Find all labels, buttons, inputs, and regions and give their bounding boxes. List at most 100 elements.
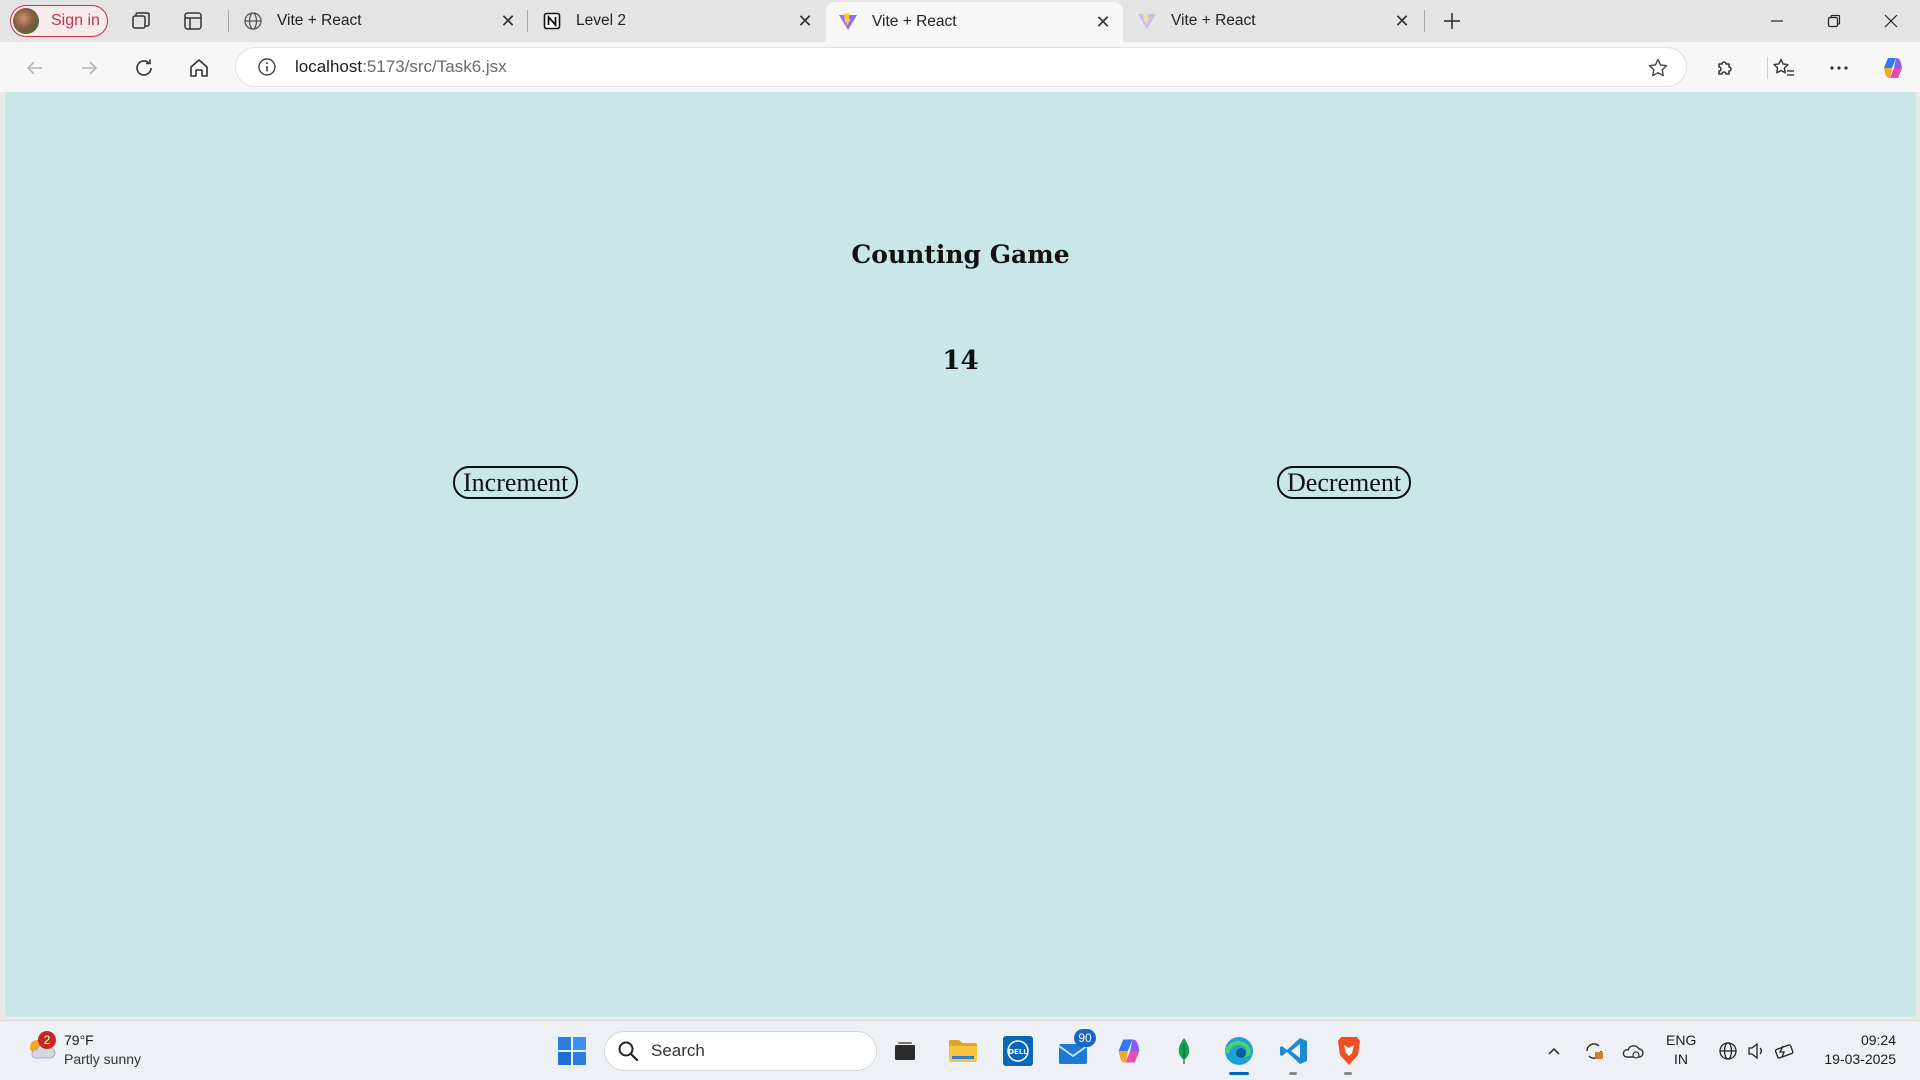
favorites-button[interactable]	[1768, 52, 1800, 84]
weather-condition: Partly sunny	[64, 1051, 142, 1067]
close-icon	[1884, 14, 1897, 28]
tab-title: Vite + React	[872, 13, 957, 30]
network-tray-button[interactable]	[1715, 1031, 1741, 1071]
sign-in-button[interactable]: Sign in	[10, 5, 108, 37]
restore-icon	[1827, 14, 1840, 28]
page-viewport: Counting Game 14 Increment Decrement	[5, 92, 1916, 1017]
battery-charging-icon	[1774, 1044, 1794, 1059]
tab-vite-react-2[interactable]: Vite + React ✕	[1125, 0, 1422, 42]
tab-strip: Sign in Vite + React ✕ Level 2 ✕ Vite + …	[0, 0, 1920, 42]
address-bar[interactable]: localhost:5173/src/Task6.jsx	[235, 47, 1687, 87]
page-title: Counting Game	[851, 240, 1070, 269]
vscode-button[interactable]	[1274, 1031, 1314, 1071]
sync-icon	[1586, 1043, 1603, 1059]
active-app-indicator	[1229, 1072, 1249, 1075]
home-icon	[190, 59, 208, 77]
svg-text:DELL: DELL	[1008, 1048, 1028, 1056]
vscode-icon	[1280, 1038, 1307, 1064]
folder-icon	[949, 1040, 977, 1062]
chevron-up-icon	[1548, 1047, 1560, 1055]
extensions-button[interactable]	[1709, 52, 1741, 84]
vite-icon	[838, 12, 858, 32]
mail-badge: 90	[1074, 1029, 1096, 1047]
vite-icon	[1137, 11, 1157, 31]
back-button[interactable]	[19, 52, 51, 84]
tab-level-2[interactable]: Level 2 ✕	[530, 0, 825, 42]
start-button[interactable]	[552, 1031, 592, 1071]
show-hidden-icons-button[interactable]	[1542, 1031, 1566, 1071]
restore-button[interactable]	[1805, 0, 1862, 42]
region-code: IN	[1674, 1051, 1688, 1067]
cloud-icon	[1622, 1045, 1644, 1059]
close-tab-icon[interactable]: ✕	[496, 9, 520, 33]
tab-actions-icon[interactable]	[181, 9, 205, 33]
url-path: :5173/src/Task6.jsx	[362, 57, 507, 76]
weather-widget[interactable]: 2 79°F Partly sunny	[24, 1031, 194, 1071]
weather-temperature: 79°F	[64, 1032, 94, 1048]
tab-title: Vite + React	[1171, 12, 1256, 29]
search-icon	[618, 1041, 639, 1062]
close-window-button[interactable]	[1862, 0, 1919, 42]
counter-value: 14	[942, 346, 979, 376]
new-tab-button[interactable]	[1437, 6, 1467, 36]
brave-browser-button[interactable]	[1329, 1031, 1369, 1071]
forward-arrow-icon	[82, 61, 98, 75]
edge-icon	[1225, 1037, 1253, 1065]
search-placeholder: Search	[651, 1041, 705, 1060]
favorites-list-icon	[1773, 58, 1794, 76]
increment-button[interactable]: Increment	[453, 466, 579, 499]
avatar	[13, 8, 39, 34]
onedrive-tray-button[interactable]	[1618, 1031, 1646, 1071]
plus-icon	[1444, 13, 1460, 29]
copilot-taskbar-button[interactable]	[1109, 1031, 1149, 1071]
refresh-icon	[136, 59, 152, 76]
system-clock[interactable]: 09:24 19-03-2025	[1816, 1031, 1896, 1069]
dell-icon: DELL	[1003, 1036, 1033, 1066]
mongodb-compass-button[interactable]	[1164, 1031, 1204, 1071]
clock-date: 19-03-2025	[1824, 1051, 1896, 1067]
copilot-icon	[1118, 1039, 1140, 1063]
sync-tray-button[interactable]	[1580, 1031, 1608, 1071]
settings-more-button[interactable]	[1823, 52, 1855, 84]
volume-tray-button[interactable]	[1743, 1031, 1769, 1071]
copilot-button[interactable]	[1877, 52, 1909, 84]
notion-icon	[542, 11, 562, 31]
running-app-indicator	[1344, 1072, 1352, 1075]
tab-separator	[1424, 10, 1425, 32]
battery-tray-button[interactable]	[1771, 1031, 1799, 1071]
puzzle-icon	[1718, 61, 1732, 75]
brave-icon	[1338, 1037, 1360, 1065]
copilot-icon	[1884, 58, 1902, 78]
tab-vite-react-active[interactable]: Vite + React ✕	[826, 2, 1123, 42]
minimize-button[interactable]	[1748, 0, 1805, 42]
mail-button[interactable]: 90	[1054, 1029, 1096, 1071]
task-view-button[interactable]	[885, 1031, 925, 1071]
mongodb-leaf-icon	[1178, 1038, 1190, 1064]
forward-button[interactable]	[73, 52, 105, 84]
url-text[interactable]: localhost:5173/src/Task6.jsx	[295, 57, 507, 77]
globe-network-icon	[1719, 1042, 1737, 1060]
close-tab-icon[interactable]: ✕	[1390, 9, 1414, 33]
site-info-icon[interactable]	[256, 56, 278, 78]
tab-separator	[228, 10, 229, 32]
home-button[interactable]	[183, 52, 215, 84]
tab-separator	[527, 10, 528, 32]
clock-time: 09:24	[1860, 1032, 1896, 1048]
language-indicator[interactable]: ENG IN	[1666, 1031, 1696, 1069]
browser-toolbar: localhost:5173/src/Task6.jsx	[0, 42, 1920, 92]
tab-vite-react-1[interactable]: Vite + React ✕	[231, 0, 528, 42]
decrement-button[interactable]: Decrement	[1277, 466, 1412, 499]
file-explorer-button[interactable]	[943, 1031, 983, 1071]
dell-app-button[interactable]: DELL	[998, 1031, 1038, 1071]
tab-title: Vite + React	[277, 12, 362, 29]
taskbar-search[interactable]: Search	[604, 1031, 877, 1071]
running-app-indicator	[1289, 1072, 1297, 1075]
workspaces-icon[interactable]	[129, 9, 153, 33]
weather-badge: 2	[38, 1031, 56, 1049]
favorite-star-icon[interactable]	[1646, 56, 1670, 80]
refresh-button[interactable]	[128, 52, 160, 84]
edge-browser-button[interactable]	[1219, 1031, 1259, 1071]
close-tab-icon[interactable]: ✕	[1091, 10, 1115, 34]
close-tab-icon[interactable]: ✕	[793, 9, 817, 33]
sign-in-label: Sign in	[51, 12, 100, 29]
